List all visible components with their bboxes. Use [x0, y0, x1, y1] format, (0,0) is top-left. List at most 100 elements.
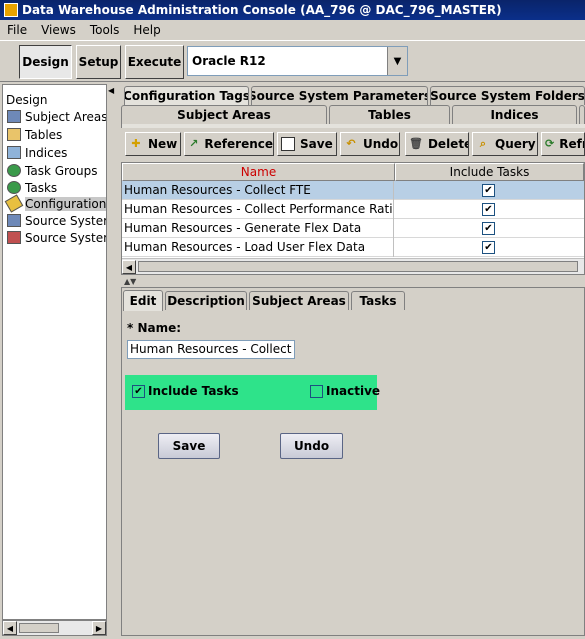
table-grid-icon	[7, 110, 21, 123]
tab-description[interactable]: Description	[165, 291, 247, 310]
include-tasks-option[interactable]: ✔ Include Tasks	[132, 384, 239, 398]
tree-root-label: Design	[6, 92, 48, 107]
tab-tables[interactable]: Tables	[329, 105, 450, 124]
table-row[interactable]: Human Resources - Collect FTE ✔	[122, 181, 584, 200]
tree-item-tables[interactable]: Tables	[7, 126, 62, 143]
tab-source-system-parameters[interactable]: Source System Parameters	[251, 86, 428, 105]
tree-splitter[interactable]: ◀	[107, 84, 115, 639]
cell-name: Human Resources - Collect FTE	[123, 181, 394, 200]
setup-button[interactable]: Setup	[76, 45, 121, 79]
container-select[interactable]: Oracle R12 ▼	[187, 46, 408, 76]
tree-item-source-system-folders[interactable]: Source System Folders	[7, 229, 106, 246]
flags-panel: ✔ Include Tasks Inactive	[125, 375, 380, 410]
scroll-right-icon[interactable]: ▶	[92, 621, 106, 635]
table-row[interactable]: Human Resources - Generate Flex Data ✔	[122, 219, 584, 238]
folders-icon	[7, 231, 21, 244]
reference-arrow-icon: ↗	[189, 137, 199, 150]
menu-views[interactable]: Views	[34, 23, 83, 37]
main-toolbar: Design Setup Execute Oracle R12 ▼	[0, 40, 585, 82]
column-header-name[interactable]: Name	[122, 163, 395, 181]
delete-button[interactable]: 🗑 Delete	[405, 132, 469, 156]
refresh-icon: ⟳	[545, 137, 555, 150]
inactive-option[interactable]: Inactive	[310, 384, 380, 398]
gear-icon	[7, 181, 21, 194]
tab-subject-areas[interactable]: Subject Areas	[121, 105, 327, 124]
grid-horizontal-scrollbar[interactable]: ◀	[122, 258, 584, 274]
save-icon	[281, 137, 295, 151]
tab-detail-tasks[interactable]: Tasks	[351, 291, 405, 310]
tag-icon	[4, 194, 24, 213]
reference-button[interactable]: ↗ Reference	[184, 132, 274, 156]
configuration-tags-table: Name Include Tasks Human Resources - Col…	[121, 162, 585, 275]
tab-indices[interactable]: Indices	[452, 105, 577, 124]
table-row[interactable]: Human Resources - Load User Flex Data ✔	[122, 238, 584, 257]
execute-button[interactable]: Execute	[125, 45, 184, 79]
tree-root-design[interactable]: Design	[6, 91, 47, 108]
scroll-left-icon[interactable]: ◀	[3, 621, 17, 635]
tree-item-indices[interactable]: Indices	[7, 144, 67, 161]
name-label: * Name:	[127, 321, 182, 335]
undo-toolbar-button[interactable]: ↶ Undo	[340, 132, 400, 156]
include-tasks-checkbox[interactable]: ✔	[482, 203, 495, 216]
chevron-down-icon[interactable]: ▼	[387, 47, 407, 75]
include-tasks-checkbox[interactable]: ✔	[482, 184, 495, 197]
parameters-icon	[7, 214, 21, 227]
tab-content-edge	[121, 124, 585, 128]
app-icon	[4, 3, 18, 17]
scroll-left-icon[interactable]: ◀	[122, 260, 136, 274]
name-field[interactable]: Human Resources - Collect FTE	[127, 340, 295, 359]
scroll-thumb[interactable]	[138, 261, 578, 272]
tree-item-configuration-tags[interactable]: Configuration Tags	[4, 194, 106, 213]
container-select-value: Oracle R12	[192, 54, 266, 68]
menu-tools[interactable]: Tools	[83, 23, 127, 37]
include-tasks-checkbox[interactable]: ✔	[482, 222, 495, 235]
query-icon: ⌕	[479, 137, 487, 150]
tree-horizontal-scrollbar[interactable]: ◀ ▶	[2, 620, 107, 636]
menu-bar: File Views Tools Help	[0, 20, 585, 40]
refresh-button[interactable]: ⟳ Refresh	[541, 132, 585, 156]
tab-row-2: Subject Areas Tables Indices	[121, 105, 585, 124]
window-title: Data Warehouse Administration Console (A…	[22, 3, 502, 17]
tab-row-1: Configuration Tags Source System Paramet…	[121, 86, 585, 105]
include-tasks-checkbox-detail[interactable]: ✔	[132, 384, 145, 398]
table-row[interactable]: Human Resources - Collect Performance Ra…	[122, 200, 584, 219]
inactive-checkbox[interactable]	[310, 384, 323, 398]
title-bar: Data Warehouse Administration Console (A…	[0, 0, 585, 20]
undo-button[interactable]: Undo	[280, 433, 343, 459]
tree-item-source-system-parameters[interactable]: Source System Parameters	[7, 212, 106, 229]
menu-help[interactable]: Help	[126, 23, 167, 37]
column-header-include-tasks[interactable]: Include Tasks	[395, 163, 584, 181]
tab-overflow[interactable]	[579, 105, 585, 124]
design-tree: Design Subject Areas Tables Indices Task…	[2, 84, 107, 620]
cell-name: Human Resources - Generate Flex Data	[123, 219, 394, 238]
menu-file[interactable]: File	[0, 23, 34, 37]
query-button[interactable]: ⌕ Query	[472, 132, 538, 156]
design-button[interactable]: Design	[19, 45, 72, 79]
cell-name: Human Resources - Load User Flex Data	[123, 238, 394, 257]
scroll-thumb[interactable]	[19, 623, 59, 633]
save-button[interactable]: Save	[158, 433, 220, 459]
trash-icon: 🗑	[409, 137, 423, 150]
gears-icon	[7, 164, 21, 177]
collapse-left-icon[interactable]: ◀	[108, 86, 114, 95]
table-icon	[7, 128, 21, 141]
undo-icon: ↶	[346, 137, 356, 150]
tree-item-tasks[interactable]: Tasks	[7, 179, 57, 196]
grid-toolbar: ✚ New ↗ Reference Save ↶ Undo 🗑 Delete ⌕…	[121, 130, 585, 158]
new-icon: ✚	[131, 137, 141, 150]
pane-splitter[interactable]: ▲▼	[121, 277, 585, 287]
collapse-up-icon[interactable]: ▲▼	[124, 277, 136, 286]
tab-detail-subject-areas[interactable]: Subject Areas	[249, 291, 349, 310]
inactive-label: Inactive	[326, 384, 381, 398]
tab-edit[interactable]: Edit	[123, 290, 163, 311]
tree-item-subject-areas[interactable]: Subject Areas	[7, 108, 106, 125]
tree-item-task-groups[interactable]: Task Groups	[7, 162, 98, 179]
tab-source-system-folders[interactable]: Source System Folders	[430, 86, 585, 105]
tab-configuration-tags[interactable]: Configuration Tags	[124, 86, 249, 105]
index-icon	[7, 146, 21, 159]
cell-name: Human Resources - Collect Performance Ra…	[123, 200, 394, 219]
save-toolbar-button[interactable]: Save	[277, 132, 337, 156]
include-tasks-label: Include Tasks	[148, 384, 239, 398]
new-button[interactable]: ✚ New	[125, 132, 181, 156]
include-tasks-checkbox[interactable]: ✔	[482, 241, 495, 254]
